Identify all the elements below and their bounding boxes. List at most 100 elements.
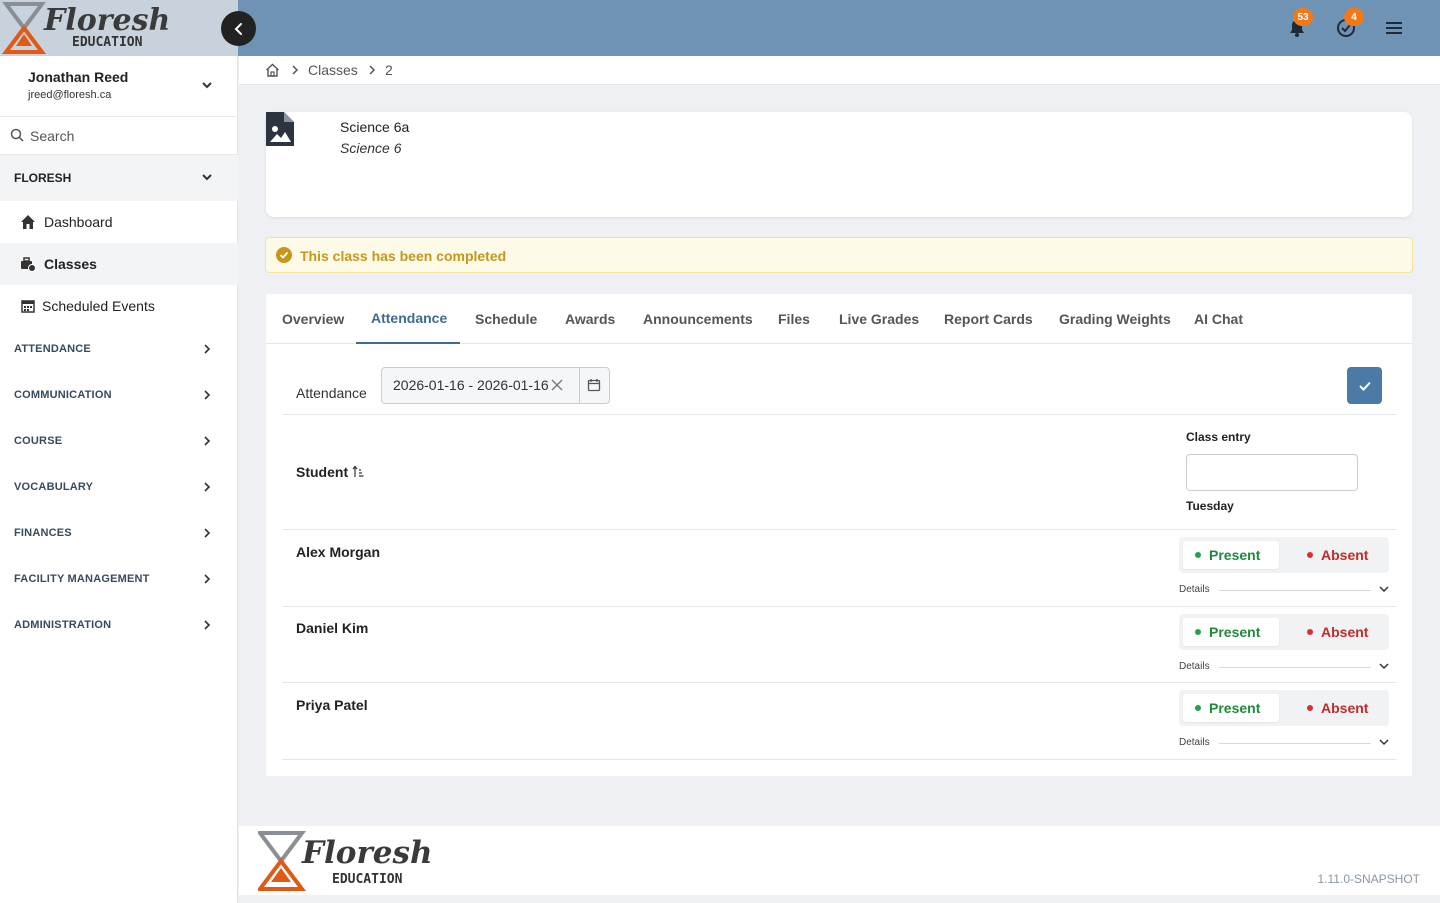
present-label: Present xyxy=(1209,547,1261,563)
class-completed-banner: This class has been completed xyxy=(265,237,1413,273)
sidebar-section-finances[interactable]: FINANCES xyxy=(0,511,238,557)
tab-schedule[interactable]: Schedule xyxy=(460,294,552,344)
divider xyxy=(282,682,1396,683)
present-option[interactable]: Present xyxy=(1183,541,1279,569)
sidebar-item-classes[interactable]: Classes xyxy=(0,243,238,285)
notifications-button[interactable]: 53 xyxy=(1285,8,1313,40)
divider xyxy=(1219,590,1371,591)
divider xyxy=(282,759,1396,760)
sidebar-section-course[interactable]: COURSE xyxy=(0,419,238,465)
sort-ascending-icon[interactable] xyxy=(352,465,364,479)
absent-option[interactable]: Absent xyxy=(1295,541,1380,569)
sidebar-item-scheduled-events[interactable]: Scheduled Events xyxy=(0,285,238,327)
confirm-attendance-button[interactable] xyxy=(1347,367,1382,404)
details-toggle[interactable]: Details xyxy=(1179,661,1210,672)
absent-option[interactable]: Absent xyxy=(1295,618,1380,646)
tab-announcements[interactable]: Announcements xyxy=(628,294,768,344)
chevron-right-icon xyxy=(204,390,211,400)
divider xyxy=(1219,667,1371,668)
date-range-input[interactable] xyxy=(393,377,548,393)
calendar-icon[interactable] xyxy=(587,378,601,392)
sidebar-item-dashboard[interactable]: Dashboard xyxy=(0,201,238,243)
sidebar-section-facility-management[interactable]: FACILITY MANAGEMENT xyxy=(0,557,238,603)
home-icon[interactable] xyxy=(265,63,280,77)
tab-report-cards[interactable]: Report Cards xyxy=(929,294,1048,344)
absent-label: Absent xyxy=(1321,700,1369,716)
tab-attendance[interactable]: Attendance xyxy=(356,294,460,344)
divider xyxy=(579,368,580,403)
collapse-sidebar-button[interactable] xyxy=(221,11,256,46)
sidebar-section-vocabulary[interactable]: VOCABULARY xyxy=(0,465,238,511)
chevron-down-icon[interactable] xyxy=(1378,736,1390,748)
logo-subtext: EDUCATION xyxy=(72,35,143,50)
tab-live-grades[interactable]: Live Grades xyxy=(824,294,934,344)
breadcrumb-classes-link[interactable]: Classes xyxy=(308,62,358,78)
chevron-left-icon xyxy=(234,22,242,35)
section-label: COMMUNICATION xyxy=(14,389,112,401)
student-column-header[interactable]: Student xyxy=(296,464,364,480)
sidebar: Jonathan Reed jreed@floresh.ca FLORESH D… xyxy=(0,56,238,903)
sidebar-section-attendance[interactable]: ATTENDANCE xyxy=(0,327,238,373)
section-label: ADMINISTRATION xyxy=(14,619,112,631)
absent-dot xyxy=(1307,629,1313,635)
search-icon xyxy=(10,128,24,142)
tab-ai-chat[interactable]: AI Chat xyxy=(1179,294,1258,344)
group-label: FLORESH xyxy=(14,171,72,185)
user-menu[interactable]: Jonathan Reed jreed@floresh.ca xyxy=(0,56,238,117)
section-label: ATTENDANCE xyxy=(14,343,91,355)
chevron-down-icon xyxy=(202,174,212,181)
top-bar: Floresh EDUCATION 53 4 xyxy=(0,0,1440,56)
sidebar-group-floresh[interactable]: FLORESH xyxy=(0,155,238,201)
clear-icon[interactable] xyxy=(550,378,564,392)
sidebar-section-administration[interactable]: ADMINISTRATION xyxy=(0,603,238,649)
chevron-right-icon xyxy=(292,65,299,75)
logo-area: Floresh EDUCATION xyxy=(0,0,238,56)
tab-grading-weights[interactable]: Grading Weights xyxy=(1044,294,1186,344)
chevron-down-icon[interactable] xyxy=(1378,583,1390,595)
class-course: Science 6 xyxy=(340,140,402,156)
student-header-label: Student xyxy=(296,464,349,480)
absent-option[interactable]: Absent xyxy=(1295,694,1380,722)
tab-awards[interactable]: Awards xyxy=(550,294,630,344)
present-label: Present xyxy=(1209,624,1261,640)
absent-label: Absent xyxy=(1321,547,1369,563)
floresh-footer-logo: Floresh EDUCATION xyxy=(258,831,433,891)
attendance-toggle: Present Absent xyxy=(1179,690,1389,726)
notifications-badge: 53 xyxy=(1293,8,1313,26)
floresh-logo[interactable]: Floresh EDUCATION xyxy=(2,2,172,54)
image-file-icon xyxy=(266,112,294,146)
chevron-right-icon xyxy=(204,482,211,492)
chevron-right-icon xyxy=(204,344,211,354)
checkmark-icon xyxy=(1358,381,1371,391)
footer-logo-text: Floresh xyxy=(301,835,433,871)
chevron-down-icon[interactable] xyxy=(200,78,214,92)
absent-dot xyxy=(1307,705,1313,711)
section-label: VOCABULARY xyxy=(14,481,94,493)
class-entry-input[interactable] xyxy=(1186,454,1358,491)
details-toggle[interactable]: Details xyxy=(1179,584,1210,595)
present-option[interactable]: Present xyxy=(1183,694,1279,722)
check-circle-icon xyxy=(276,247,292,263)
present-option[interactable]: Present xyxy=(1183,618,1279,646)
chevron-right-icon xyxy=(204,620,211,630)
tab-overview[interactable]: Overview xyxy=(267,294,359,344)
details-toggle[interactable]: Details xyxy=(1179,737,1210,748)
user-email: jreed@floresh.ca xyxy=(28,89,112,101)
tasks-button[interactable]: 4 xyxy=(1334,8,1364,40)
tab-bar: Overview Attendance Schedule Awards Anno… xyxy=(266,294,1412,344)
search-input[interactable] xyxy=(30,125,220,147)
sidebar-item-label: Scheduled Events xyxy=(42,298,155,314)
app-version: 1.11.0-SNAPSHOT xyxy=(1317,872,1420,886)
chevron-right-icon xyxy=(204,436,211,446)
footer-logo-subtext: EDUCATION xyxy=(332,872,403,887)
student-name: Alex Morgan xyxy=(296,544,381,560)
student-name: Daniel Kim xyxy=(296,620,369,636)
banner-text: This class has been completed xyxy=(300,248,507,264)
section-label: FINANCES xyxy=(14,527,72,539)
menu-button[interactable] xyxy=(1382,16,1406,40)
tab-files[interactable]: Files xyxy=(763,294,825,344)
sidebar-section-communication[interactable]: COMMUNICATION xyxy=(0,373,238,419)
attendance-toggle: Present Absent xyxy=(1179,537,1389,573)
chevron-down-icon[interactable] xyxy=(1378,660,1390,672)
date-range-picker[interactable] xyxy=(381,367,610,404)
